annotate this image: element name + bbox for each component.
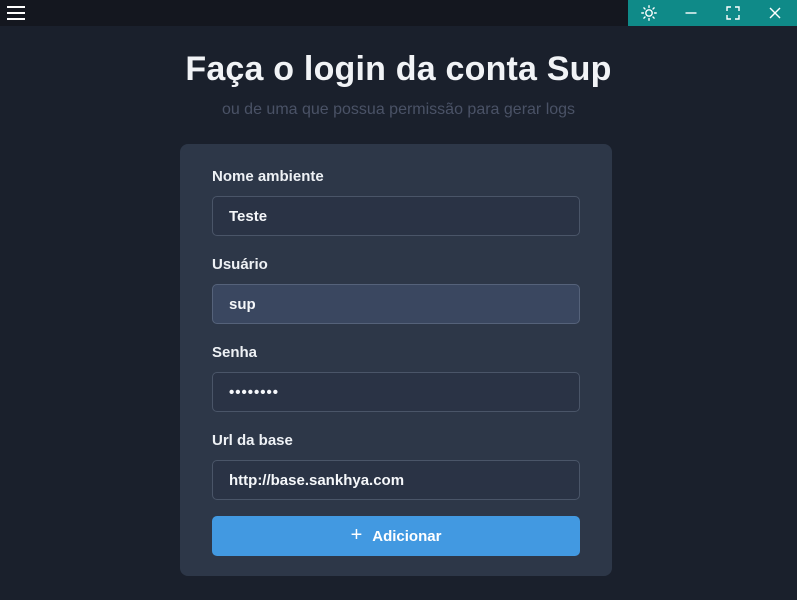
- password-label: Senha: [212, 344, 258, 361]
- password-input[interactable]: [212, 372, 580, 412]
- close-button[interactable]: [754, 0, 796, 26]
- add-button-label: Adicionar: [372, 527, 442, 545]
- login-form-card: Nome ambiente Usuário Senha Url da base …: [180, 144, 612, 576]
- fullscreen-button[interactable]: [712, 0, 754, 26]
- title-bar: [0, 0, 797, 26]
- minimize-icon: [685, 12, 697, 14]
- base-url-label: Url da base: [212, 432, 293, 449]
- base-url-input[interactable]: [212, 460, 580, 500]
- username-label: Usuário: [212, 256, 268, 273]
- window-controls: [628, 0, 797, 26]
- fullscreen-icon: [726, 6, 740, 20]
- add-button[interactable]: + Adicionar: [212, 516, 580, 556]
- environment-name-label: Nome ambiente: [212, 168, 324, 185]
- plus-icon: +: [350, 524, 363, 546]
- close-icon: [769, 7, 781, 19]
- minimize-button[interactable]: [670, 0, 712, 26]
- sun-icon: [641, 5, 657, 21]
- page-title: Faça o login da conta Sup: [185, 50, 612, 88]
- environment-name-input[interactable]: [212, 196, 580, 236]
- username-input[interactable]: [212, 284, 580, 324]
- theme-toggle-button[interactable]: [628, 0, 670, 26]
- menu-icon[interactable]: [6, 3, 26, 23]
- page-subtitle: ou de uma que possua permissão para gera…: [221, 101, 576, 118]
